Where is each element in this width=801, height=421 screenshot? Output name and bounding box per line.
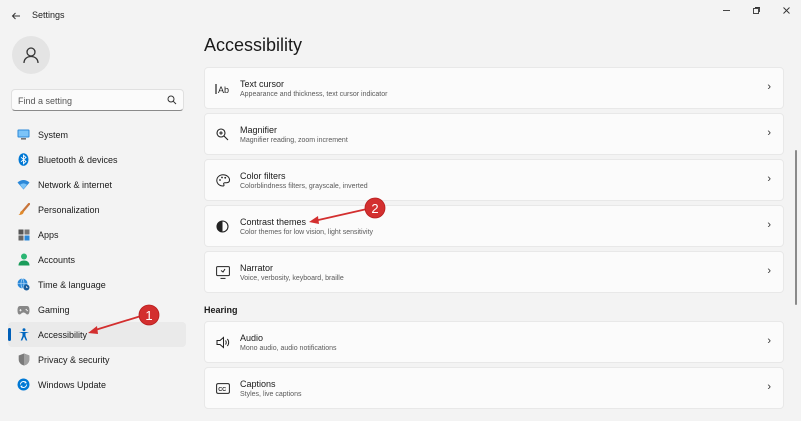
brush-icon [17,203,30,216]
svg-text:CC: CC [218,387,226,393]
card-title: Color filters [240,171,286,181]
sidebar-item-gaming[interactable]: Gaming [8,297,186,322]
minimize-button[interactable] [711,0,741,20]
page-title: Accessibility [204,35,303,55]
title-bar: Settings [0,0,801,32]
wifi-icon [17,178,30,191]
text-cursor-icon: Ab [215,81,230,96]
contrast-icon [215,219,230,234]
search-input[interactable] [18,93,158,108]
accessibility-icon [17,328,30,341]
chevron-right-icon: › [767,335,771,347]
setting-card-narrator[interactable]: Narrator Voice, verbosity, keyboard, bra… [204,251,784,293]
app-title: Settings [32,10,65,20]
magnifier-icon [215,127,230,142]
sidebar-item-label: System [38,129,69,140]
captions-icon: CC [215,381,230,396]
person-icon [17,253,30,266]
window-controls [711,0,801,20]
search-box[interactable] [11,89,184,111]
card-subtitle: Voice, verbosity, keyboard, braille [240,275,344,282]
card-title: Contrast themes [240,217,307,227]
sidebar-nav: System Bluetooth & devices Network & int… [8,122,186,397]
shield-icon [17,353,30,366]
sidebar-item-accounts[interactable]: Accounts [8,247,186,272]
sidebar-item-label: Gaming [38,304,70,315]
narrator-icon [215,265,230,280]
sidebar-item-accessibility[interactable]: Accessibility [8,322,186,347]
card-title: Captions [240,379,276,389]
card-title: Audio [240,333,264,343]
speaker-icon [215,335,230,350]
sidebar-item-windows-update[interactable]: Windows Update [8,372,186,397]
card-subtitle: Magnifier reading, zoom increment [240,137,348,144]
chevron-right-icon: › [767,265,771,277]
back-arrow-icon [11,12,20,20]
card-subtitle: Color themes for low vision, light sensi… [240,229,374,236]
bluetooth-icon [17,153,30,166]
sidebar-item-label: Accounts [38,254,76,265]
search-icon[interactable] [167,95,177,105]
globe-clock-icon [17,278,30,291]
sidebar-item-privacy-security[interactable]: Privacy & security [8,347,186,372]
setting-card-color-filters[interactable]: Color filters Colorblindness filters, gr… [204,159,784,201]
sidebar-item-system[interactable]: System [8,122,186,147]
chevron-right-icon: › [767,381,771,393]
maximize-icon [752,6,760,14]
palette-icon [215,173,230,188]
setting-card-magnifier[interactable]: Magnifier Magnifier reading, zoom increm… [204,113,784,155]
sidebar-item-label: Network & internet [38,179,113,190]
setting-card-contrast-themes[interactable]: Contrast themes Color themes for low vis… [204,205,784,247]
section-header-hearing: Hearing [204,305,238,315]
update-icon [17,378,30,391]
maximize-button[interactable] [741,0,771,20]
sidebar-item-bluetooth[interactable]: Bluetooth & devices [8,147,186,172]
close-button[interactable] [771,0,801,20]
card-subtitle: Appearance and thickness, text cursor in… [240,91,388,98]
chevron-right-icon: › [767,173,771,185]
svg-text:Ab: Ab [218,85,229,95]
chevron-right-icon: › [767,219,771,231]
back-button[interactable] [6,6,26,26]
sidebar-item-label: Apps [38,229,59,240]
sidebar-item-label: Windows Update [38,379,107,390]
monitor-icon [17,128,30,141]
card-title: Text cursor [240,79,285,89]
sidebar-item-network[interactable]: Network & internet [8,172,186,197]
sidebar-item-label: Bluetooth & devices [38,154,118,165]
sidebar-item-time-language[interactable]: Time & language [8,272,186,297]
setting-card-audio[interactable]: Audio Mono audio, audio notifications › [204,321,784,363]
sidebar-item-label: Personalization [38,204,100,215]
sidebar-item-personalization[interactable]: Personalization [8,197,186,222]
sidebar-item-label: Accessibility [38,329,88,340]
apps-icon [17,228,30,241]
card-subtitle: Mono audio, audio notifications [240,345,337,352]
scrollbar[interactable] [795,150,797,305]
controller-icon [17,303,30,316]
user-icon [23,47,39,64]
setting-card-text-cursor[interactable]: Ab Text cursor Appearance and thickness,… [204,67,784,109]
card-title: Narrator [240,263,274,273]
avatar[interactable] [12,36,50,74]
minimize-icon [722,9,730,11]
setting-card-captions[interactable]: CC Captions Styles, live captions › [204,367,784,409]
sidebar-item-label: Privacy & security [38,354,110,365]
card-title: Magnifier [240,125,278,135]
card-subtitle: Colorblindness filters, grayscale, inver… [240,183,368,190]
close-icon [782,6,790,14]
chevron-right-icon: › [767,127,771,139]
card-subtitle: Styles, live captions [240,391,302,398]
sidebar-item-apps[interactable]: Apps [8,222,186,247]
chevron-right-icon: › [767,81,771,93]
sidebar-item-label: Time & language [38,279,106,290]
